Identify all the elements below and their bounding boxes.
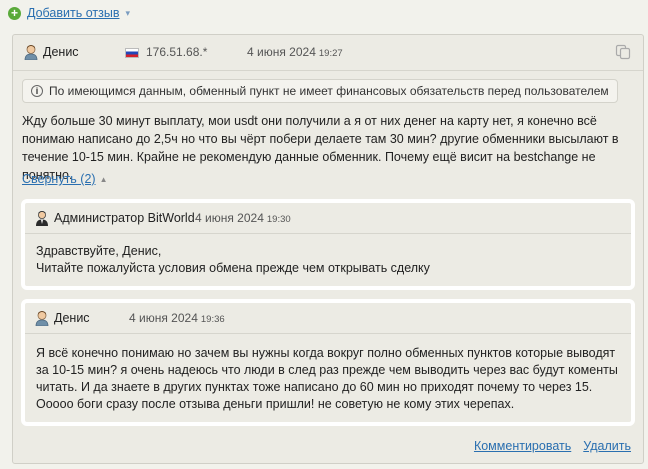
reply-author: Денис <box>54 311 90 325</box>
review-card: Денис 176.51.68.* 4 июня 2024 19:27 i По … <box>12 34 644 464</box>
reply-text: Я всё конечно понимаю но зачем вы нужны … <box>25 334 631 422</box>
user-icon <box>35 311 49 326</box>
reply-line: Читайте пожалуйста условия обмена прежде… <box>36 261 430 275</box>
chevron-down-icon[interactable]: ▾ <box>125 8 130 19</box>
notice-box: i По имеющимся данным, обменный пункт не… <box>22 79 618 103</box>
copy-icon[interactable] <box>615 44 631 60</box>
user-icon <box>24 45 38 60</box>
delete-link[interactable]: Удалить <box>583 439 631 453</box>
add-review-label[interactable]: Добавить отзыв <box>27 6 119 20</box>
review-header: Денис 176.51.68.* 4 июня 2024 19:27 <box>13 35 643 71</box>
notice-text: По имеющимся данным, обменный пункт не и… <box>49 84 609 98</box>
review-actions: Комментировать Удалить <box>474 439 631 453</box>
info-icon: i <box>31 85 43 97</box>
plus-icon: + <box>8 6 21 20</box>
reply-card: Администратор BitWorld 4 июня 2024 19:30 … <box>21 199 635 290</box>
reply-time: 19:36 <box>200 314 225 325</box>
add-review-link[interactable]: + Добавить отзыв ▾ <box>8 6 130 20</box>
admin-icon <box>36 211 48 226</box>
reply-text: Здравствуйте, Денис, Читайте пожалуйста … <box>25 234 631 286</box>
reply-header: Денис 4 июня 2024 19:36 <box>25 303 631 334</box>
reply-line: Я всё конечно понимаю но зачем вы нужны … <box>36 346 618 411</box>
reply-header: Администратор BitWorld 4 июня 2024 19:30 <box>25 203 631 234</box>
reply-date: 4 июня 2024 19:36 <box>129 311 225 325</box>
comment-link[interactable]: Комментировать <box>474 439 571 453</box>
review-author: Денис <box>43 45 79 59</box>
reply-line: Здравствуйте, Денис, <box>36 244 162 258</box>
reply-date: 4 июня 2024 19:30 <box>195 211 291 225</box>
collapse-label[interactable]: Свернуть (2) <box>22 172 96 186</box>
review-date: 4 июня 2024 19:27 <box>247 45 343 59</box>
reply-time: 19:30 <box>266 214 291 225</box>
russia-flag-icon <box>125 48 139 58</box>
review-time: 19:27 <box>318 48 343 59</box>
collapse-link[interactable]: Свернуть (2) ▲ <box>22 172 108 186</box>
reply-author: Администратор BitWorld <box>54 211 195 225</box>
reply-card: Денис 4 июня 2024 19:36 Я всё конечно пон… <box>21 299 635 426</box>
review-text: Жду больше 30 минут выплату, мои usdt он… <box>22 114 619 182</box>
chevron-up-icon[interactable]: ▲ <box>100 175 108 184</box>
review-ip: 176.51.68.* <box>146 45 208 59</box>
